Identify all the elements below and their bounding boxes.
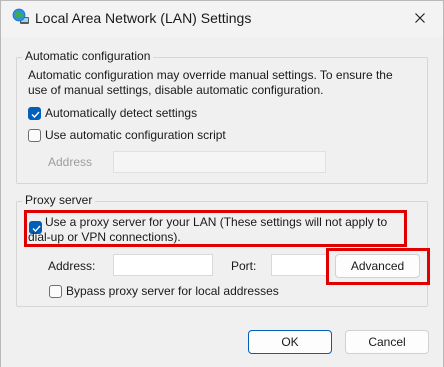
use-config-script-label[interactable]: Use automatic configuration script [45, 128, 226, 142]
window-title: Local Area Network (LAN) Settings [35, 10, 252, 26]
use-config-script-checkbox[interactable] [28, 129, 41, 142]
proxy-address-input[interactable] [113, 254, 213, 276]
proxy-address-label: Address: [48, 259, 96, 273]
bypass-local-checkbox[interactable] [49, 285, 62, 298]
auto-detect-label[interactable]: Automatically detect settings [45, 106, 197, 120]
auto-config-description-line2: use of manual settings, disable automati… [28, 83, 324, 97]
lan-settings-dialog: Local Area Network (LAN) Settings Automa… [0, 0, 444, 367]
close-button[interactable] [405, 5, 435, 31]
proxy-port-label: Port: [231, 259, 257, 273]
use-proxy-label-line1[interactable]: Use a proxy server for your LAN (These s… [45, 215, 387, 229]
network-globe-icon [12, 8, 30, 26]
script-address-input[interactable] [113, 151, 326, 173]
auto-config-description-line1: Automatic configuration may override man… [28, 68, 393, 82]
ok-button[interactable]: OK [248, 330, 332, 354]
proxy-port-input[interactable] [271, 254, 329, 276]
title-bar: Local Area Network (LAN) Settings [1, 1, 443, 37]
automatic-configuration-legend: Automatic configuration [22, 49, 154, 63]
advanced-button[interactable]: Advanced [335, 254, 420, 278]
bypass-local-label[interactable]: Bypass proxy server for local addresses [66, 284, 279, 298]
use-proxy-label-line2[interactable]: dial-up or VPN connections). [28, 230, 181, 244]
proxy-server-legend: Proxy server [22, 193, 96, 207]
checkmark-icon [31, 111, 40, 119]
auto-detect-checkbox[interactable] [28, 107, 41, 120]
close-icon [415, 13, 425, 23]
cancel-button[interactable]: Cancel [345, 330, 429, 354]
script-address-label: Address [48, 155, 93, 169]
